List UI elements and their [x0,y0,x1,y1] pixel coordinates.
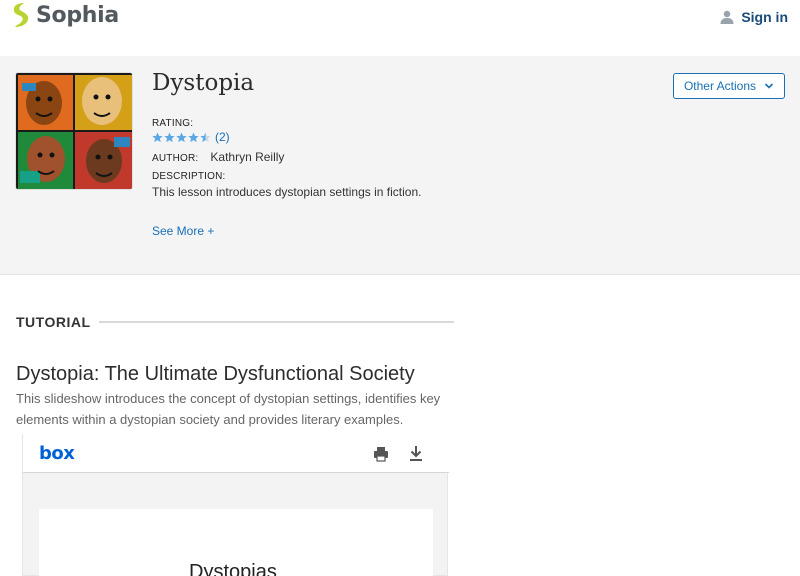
other-actions-label: Other Actions [683,79,757,93]
viewer-toolbar: box [23,434,449,473]
rating-stars[interactable]: (2) [152,130,230,144]
tutorial-section-header: TUTORIAL [16,314,454,330]
faces-artwork-image [16,73,132,189]
section-divider [98,321,454,323]
tutorial-title: Dystopia: The Ultimate Dysfunctional Soc… [16,363,415,385]
download-icon[interactable] [408,445,424,462]
lesson-header: Dystopia RATING: (2) AUTHOR: Kathryn Rei… [0,56,800,275]
star-icon [164,131,175,142]
top-bar: Sophia Sign in [0,0,800,56]
star-icon [176,131,187,142]
half-star-icon [200,131,211,142]
sign-in-label: Sign in [741,9,788,25]
sophia-logo[interactable]: Sophia [10,2,119,28]
sign-in-link[interactable]: Sign in [720,9,788,25]
tutorial-description: This slideshow introduces the concept of… [16,391,441,427]
rating-label: RATING: [152,118,194,129]
box-document-viewer[interactable]: box Dystopias [22,434,449,576]
box-logo[interactable]: box [39,443,75,464]
other-actions-button[interactable]: Other Actions [673,73,785,99]
lesson-description: This lesson introduces dystopian setting… [152,185,422,199]
section-label: TUTORIAL [16,314,91,330]
slide-title: Dystopias [189,561,277,576]
user-icon [720,10,734,24]
author-label: AUTHOR: [152,153,199,164]
see-more-link[interactable]: See More + [152,224,214,238]
print-icon[interactable] [373,446,389,462]
author-name: Kathryn Reilly [210,150,285,164]
sophia-logo-icon [13,3,29,27]
description-label: DESCRIPTION: [152,171,226,182]
slide-page: Dystopias [39,509,433,576]
brand-name: Sophia [36,2,119,28]
star-icon [188,131,199,142]
chevron-down-icon [764,83,774,89]
rating-count[interactable]: (2) [215,130,230,144]
lesson-title: Dystopia [152,70,255,96]
lesson-thumbnail [15,72,133,190]
author-row: AUTHOR: Kathryn Reilly [152,150,284,164]
star-icon [152,131,163,142]
